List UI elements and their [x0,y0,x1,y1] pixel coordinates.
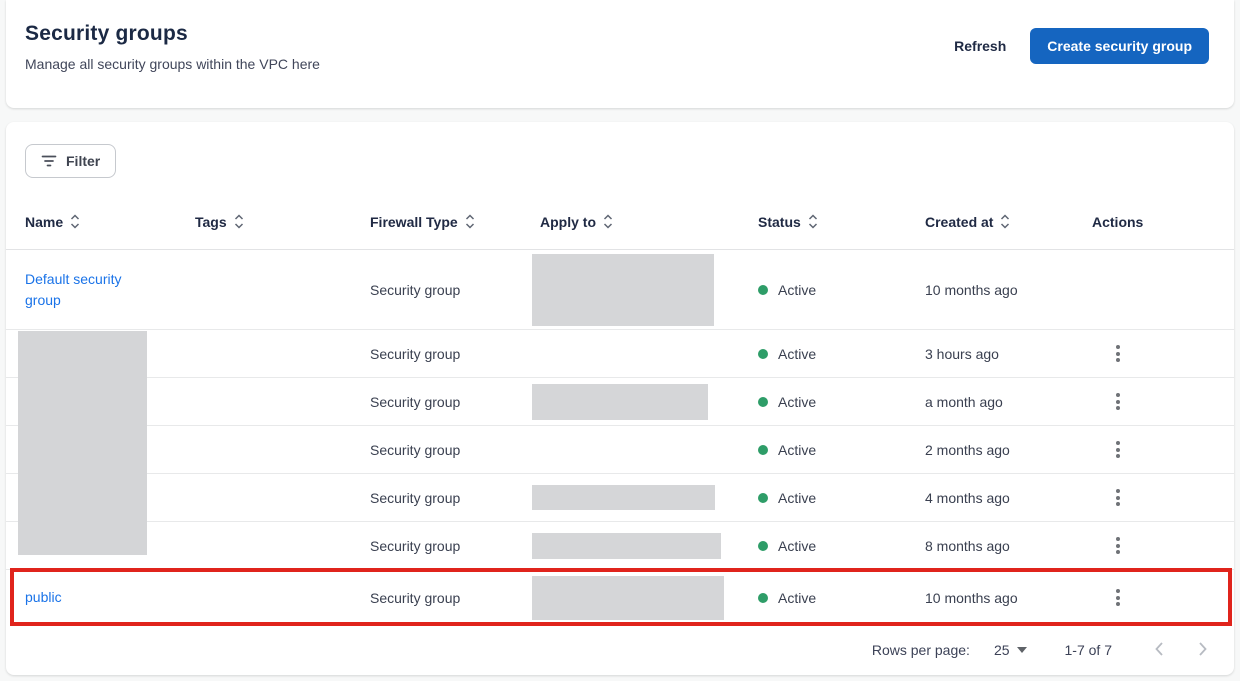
actions-cell [1092,340,1234,368]
redacted-apply-to [532,254,714,326]
table-row: Security group Active 4 months ago [6,474,1234,522]
dropdown-caret-icon [1017,647,1027,653]
create-security-group-button[interactable]: Create security group [1030,28,1209,64]
apply-to-cell [540,485,758,510]
column-header-apply-to[interactable]: Apply to [540,214,758,230]
actions-cell [1092,388,1234,416]
sort-icon[interactable] [70,214,80,229]
table-row-public: public Security group Active 10 months a… [6,570,1234,625]
pagination-prev-button[interactable] [1154,641,1164,660]
apply-to-cell [540,533,758,559]
status-active-dot [758,541,768,551]
status-cell: Active [758,394,925,410]
created-at-cell: 10 months ago [925,590,1092,606]
status-active-dot [758,397,768,407]
firewall-type-cell: Security group [370,442,540,458]
column-header-tags[interactable]: Tags [195,214,370,230]
table-row: Security group Active 2 months ago [6,426,1234,474]
row-actions-kebab-button[interactable] [1104,484,1132,512]
status-cell: Active [758,282,925,298]
row-actions-kebab-button[interactable] [1104,532,1132,560]
status-cell: Active [758,490,925,506]
firewall-type-cell: Security group [370,394,540,410]
created-at-cell: 2 months ago [925,442,1092,458]
rows-per-page-label: Rows per page: [872,642,970,658]
table-body: Default security group Security group Ac… [6,250,1234,625]
firewall-type-cell: Security group [370,590,540,606]
header-actions: Refresh Create security group [952,28,1209,64]
actions-cell [1092,436,1234,464]
created-at-cell: a month ago [925,394,1092,410]
sort-icon[interactable] [1000,214,1010,229]
column-header-firewall-type[interactable]: Firewall Type [370,214,540,230]
pagination-next-button[interactable] [1198,641,1208,660]
refresh-button[interactable]: Refresh [952,30,1008,62]
row-actions-kebab-button[interactable] [1104,436,1132,464]
apply-to-cell [540,576,758,620]
created-at-cell: 3 hours ago [925,346,1092,362]
security-group-link-public[interactable]: public [25,587,62,607]
chevron-left-icon [1154,641,1164,660]
column-header-actions: Actions [1092,214,1234,230]
filter-button[interactable]: Filter [25,144,116,178]
firewall-type-cell: Security group [370,282,540,298]
status-active-dot [758,593,768,603]
status-active-dot [758,349,768,359]
filter-button-label: Filter [66,153,100,169]
created-at-cell: 10 months ago [925,282,1092,298]
page-header-card: Security groups Manage all security grou… [6,0,1234,108]
redacted-apply-to [532,384,708,420]
column-header-name[interactable]: Name [25,214,195,230]
table-row: Security group Active 8 months ago [6,522,1234,570]
row-actions-kebab-button[interactable] [1104,388,1132,416]
apply-to-cell [540,384,758,420]
firewall-type-cell: Security group [370,538,540,554]
redacted-name-block [18,331,147,555]
filter-icon [41,154,57,168]
created-at-cell: 4 months ago [925,490,1092,506]
page-header-text: Security groups Manage all security grou… [25,22,320,72]
status-cell: Active [758,590,925,606]
apply-to-cell [540,254,758,326]
page-subtitle: Manage all security groups within the VP… [25,56,320,72]
column-header-created-at[interactable]: Created at [925,214,1092,230]
status-cell: Active [758,442,925,458]
pagination-bar: Rows per page: 25 1-7 of 7 [6,625,1234,675]
row-actions-kebab-button[interactable] [1104,584,1132,612]
pagination-range: 1-7 of 7 [1065,642,1112,658]
page-title: Security groups [25,22,320,46]
actions-cell [1092,484,1234,512]
security-group-link-default[interactable]: Default security group [25,269,137,310]
status-active-dot [758,493,768,503]
status-cell: Active [758,538,925,554]
sort-icon[interactable] [465,214,475,229]
table-header-row: Name Tags Firewall Type Apply to Status … [6,194,1234,250]
column-header-status[interactable]: Status [758,214,925,230]
redacted-apply-to [532,485,715,510]
status-cell: Active [758,346,925,362]
redacted-apply-to [532,533,721,559]
created-at-cell: 8 months ago [925,538,1092,554]
actions-cell [1092,532,1234,560]
table-row: Security group Active a month ago [6,378,1234,426]
row-actions-kebab-button[interactable] [1104,340,1132,368]
sort-icon[interactable] [603,214,613,229]
firewall-type-cell: Security group [370,346,540,362]
actions-cell [1092,584,1234,612]
table-row: Security group Active 3 hours ago [6,330,1234,378]
table-row: Default security group Security group Ac… [6,250,1234,330]
status-active-dot [758,285,768,295]
firewall-type-cell: Security group [370,490,540,506]
chevron-right-icon [1198,641,1208,660]
sort-icon[interactable] [808,214,818,229]
sort-icon[interactable] [234,214,244,229]
rows-per-page-select[interactable]: 25 [994,642,1027,658]
redacted-apply-to [532,576,724,620]
status-active-dot [758,445,768,455]
security-groups-table-card: Filter Name Tags Firewall Type Apply to … [6,122,1234,675]
